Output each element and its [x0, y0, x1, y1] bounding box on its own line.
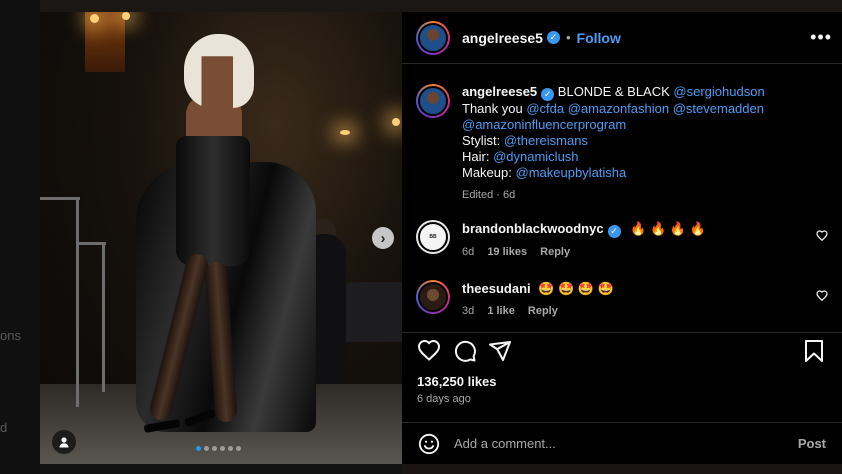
user-icon [59, 437, 69, 448]
mention-link[interactable]: @makeupbylatisha [516, 165, 627, 180]
mention-link[interactable]: @amazonfashion [568, 101, 669, 116]
avatar[interactable] [416, 84, 450, 118]
carousel-next-button[interactable]: › [372, 227, 394, 249]
chevron-right-icon: › [380, 229, 386, 247]
mention-link[interactable]: @dynamiclush [493, 149, 578, 164]
share-icon[interactable] [488, 339, 512, 363]
post-timestamp[interactable]: 6 days ago [417, 393, 471, 405]
reply-button[interactable]: Reply [540, 246, 570, 258]
post-header: angelreese5 ✓ • Follow ••• [402, 12, 842, 64]
comment-text: 🤩 🤩 🤩 🤩 [538, 281, 614, 296]
follow-button[interactable]: Follow [577, 30, 621, 46]
tagged-users-button[interactable] [52, 430, 76, 454]
carousel-dot [196, 446, 201, 451]
carousel-dot [228, 446, 233, 451]
mention-link[interactable]: @cfda [526, 101, 564, 116]
post-caption: angelreese5 ✓ BLONDE & BLACK @sergiohudso… [416, 84, 832, 203]
comment-likes[interactable]: 19 likes [487, 246, 527, 258]
comment-input[interactable]: Add a comment... [454, 436, 798, 451]
post-photo[interactable] [40, 12, 402, 464]
mention-link[interactable]: @amazoninfluencerprogram [462, 117, 626, 132]
photo-dress [176, 136, 250, 266]
author-username[interactable]: angelreese5 [462, 30, 543, 46]
carousel-dot [204, 446, 209, 451]
comment-username[interactable]: brandonblackwoodnyc [462, 221, 604, 236]
caption-meta: Edited · 6d [462, 188, 516, 201]
carousel-dot [212, 446, 217, 451]
reply-button[interactable]: Reply [528, 305, 558, 317]
avatar[interactable]: BB [416, 220, 450, 254]
photo-light [90, 14, 99, 23]
avatar[interactable] [416, 280, 450, 314]
comment-likes[interactable]: 1 like [487, 305, 515, 317]
caption-text: BLONDE & BLACK [557, 84, 670, 99]
carousel-dot [236, 446, 241, 451]
photo-car [342, 282, 402, 342]
emoji-icon[interactable] [418, 433, 440, 455]
heart-icon[interactable] [816, 230, 828, 242]
comment-icon[interactable] [453, 339, 477, 363]
verified-badge-icon: ✓ [541, 87, 555, 101]
post-actions [402, 332, 842, 372]
photo-light [340, 130, 350, 135]
mention-link[interactable]: @sergiohudson [673, 84, 764, 99]
comment-text: 🔥 🔥 🔥 🔥 [630, 221, 706, 236]
caption-text: Thank you [462, 100, 523, 116]
bookmark-icon[interactable] [803, 339, 825, 363]
caption-username[interactable]: angelreese5 [462, 84, 537, 99]
background-sidebar-text: d [0, 420, 8, 435]
carousel-indicator [196, 446, 241, 451]
photo-railing [102, 242, 105, 392]
comment-item: BB brandonblackwoodnyc ✓ 🔥 🔥 🔥 🔥 6d 19 li… [416, 220, 832, 261]
comment-age: 3d [462, 305, 475, 317]
post-detail-panel: angelreese5 ✓ • Follow ••• angelreese5 ✓ … [402, 12, 842, 464]
heart-icon[interactable] [417, 339, 441, 363]
verified-badge-icon: ✓ [607, 225, 621, 238]
background-strip [40, 0, 842, 12]
heart-icon[interactable] [816, 290, 828, 302]
post-comment-button[interactable]: Post [798, 436, 826, 451]
comment-item: theesudani 🤩 🤩 🤩 🤩 3d 1 like Reply [416, 280, 832, 320]
comment-username[interactable]: theesudani [462, 281, 531, 296]
caption-text: Stylist: [462, 132, 501, 148]
photo-railing [76, 197, 79, 407]
caption-text: Hair: [462, 148, 490, 164]
photo-railing [76, 242, 106, 245]
separator-dot: • [565, 30, 571, 45]
avatar[interactable] [416, 20, 450, 55]
background-sidebar [0, 0, 40, 474]
mention-link[interactable]: @thereismans [504, 133, 588, 148]
background-sidebar-text: ons [0, 328, 21, 343]
like-count[interactable]: 136,250 likes [417, 374, 497, 389]
caption-text: Makeup: [462, 164, 512, 180]
add-comment-bar: Add a comment... Post [402, 422, 842, 464]
comment-age: 6d [462, 246, 475, 258]
more-horizontal-icon[interactable]: ••• [810, 28, 832, 46]
photo-light [122, 12, 130, 20]
mention-link[interactable]: @stevemadden [673, 101, 764, 116]
background-strip [402, 464, 842, 474]
photo-railing [40, 197, 80, 200]
carousel-dot [220, 446, 225, 451]
photo-light [392, 118, 400, 126]
verified-badge-icon: ✓ [546, 31, 560, 44]
